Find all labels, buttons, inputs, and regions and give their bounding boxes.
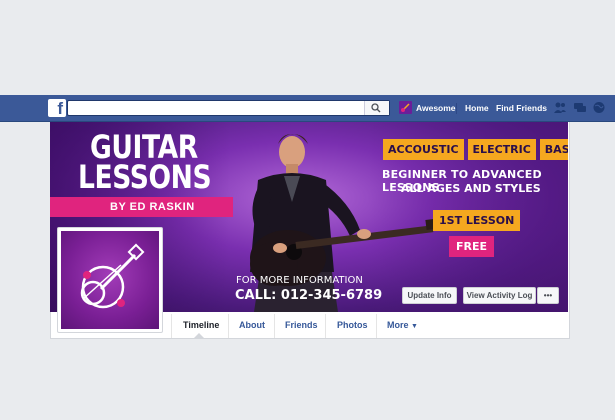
more-options-button[interactable]: •••: [537, 287, 559, 304]
facebook-logo-icon[interactable]: f: [48, 99, 66, 118]
profile-picture[interactable]: [57, 227, 163, 333]
offer-price-badge: FREE: [449, 236, 495, 257]
profile-name-link[interactable]: Awesome: [416, 103, 456, 113]
tag-accoustic: ACCOUSTIC: [383, 139, 464, 160]
tab-about[interactable]: About: [239, 320, 265, 330]
tab-more-label: More: [387, 320, 409, 330]
guitar-logo-icon: [80, 243, 145, 309]
home-link[interactable]: Home: [465, 103, 489, 113]
byline-text: BY ED RASKIN: [110, 201, 195, 213]
tab-friends[interactable]: Friends: [285, 320, 318, 330]
tab-timeline[interactable]: Timeline: [183, 320, 219, 330]
search-field[interactable]: [71, 102, 361, 114]
tag-electric: ELECTRIC: [467, 139, 536, 160]
find-friends-link[interactable]: Find Friends: [496, 103, 547, 113]
tab-more[interactable]: More ▼: [387, 320, 418, 330]
top-navigation-bar: f Awesome Home Find Friends: [0, 95, 615, 122]
friend-requests-icon[interactable]: [553, 101, 567, 114]
search-button[interactable]: [364, 101, 389, 115]
guitar-avatar-icon: [401, 103, 410, 112]
search-icon: [371, 103, 381, 113]
tag-bass: BASS: [539, 139, 568, 160]
chevron-down-icon: ▼: [411, 323, 418, 330]
tab-photos[interactable]: Photos: [337, 320, 368, 330]
tagline-2: ALL AGES AND STYLES: [401, 182, 541, 195]
update-info-button[interactable]: Update Info: [402, 287, 457, 304]
profile-avatar[interactable]: [399, 101, 412, 114]
info-phone: CALL: 012-345-6789: [235, 288, 383, 303]
cover-title-line2: LESSONS: [78, 158, 212, 196]
messages-icon[interactable]: [573, 101, 587, 114]
active-tab-indicator: [194, 333, 204, 338]
notifications-globe-icon[interactable]: [592, 101, 606, 114]
info-line-1: FOR MORE INFORMATION: [236, 275, 363, 286]
byline-band: BY ED RASKIN: [50, 197, 233, 217]
tag-list: ACCOUSTIC ELECTRIC BASS: [383, 139, 568, 160]
offer-badge: 1ST LESSON: [433, 210, 521, 231]
search-input[interactable]: [67, 100, 390, 116]
view-activity-log-button[interactable]: View Activity Log: [463, 287, 536, 304]
nav-divider: [456, 103, 457, 114]
